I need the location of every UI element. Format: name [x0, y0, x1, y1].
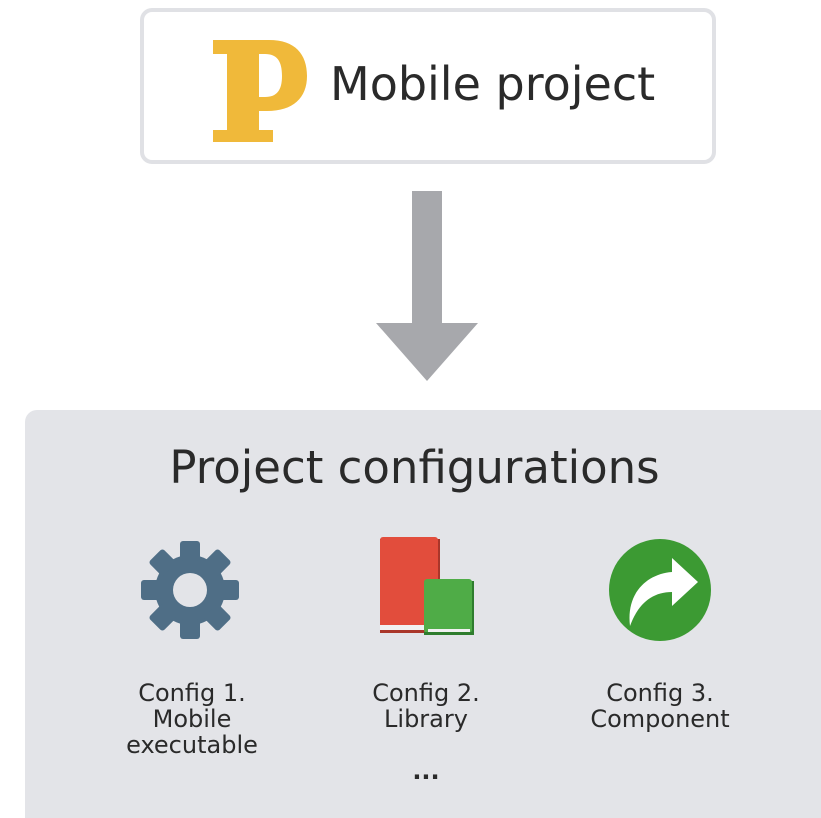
diagram-canvas: Mobile project Project configurations Co… [0, 0, 821, 818]
config-1-line2: Mobile [152, 705, 232, 733]
config-2-label: Config 2. Library [326, 680, 526, 732]
project-box: Mobile project [140, 8, 716, 164]
config-3-label: Config 3. Component [560, 680, 760, 732]
config-1-line3: executable [126, 731, 258, 759]
config-3-line1: Config 3. [606, 679, 714, 707]
config-1-label: Config 1. Mobile executable [92, 680, 292, 758]
project-title: Mobile project [330, 57, 656, 111]
project-logo-icon [213, 40, 307, 142]
books-icon [380, 537, 474, 635]
gear-icon [141, 541, 239, 639]
config-2-line2: Library [384, 705, 468, 733]
config-3-line2: Component [590, 705, 730, 733]
config-1-line1: Config 1. [138, 679, 246, 707]
arrow-circle-icon [609, 539, 711, 641]
more-configs-ellipsis: ... [412, 757, 440, 785]
config-2-line1: Config 2. [372, 679, 480, 707]
down-arrow-icon [376, 191, 478, 381]
configurations-title: Project configurations [169, 441, 660, 494]
